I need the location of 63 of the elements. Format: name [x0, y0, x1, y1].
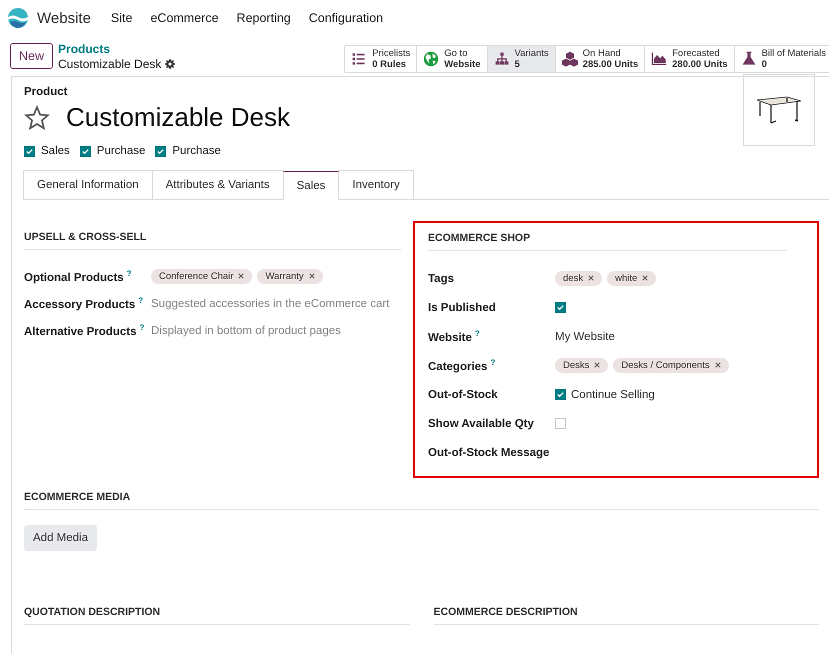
remove-icon[interactable]	[714, 362, 721, 368]
field-label: Website $^{?}$	[428, 329, 481, 344]
area-chart-icon	[651, 51, 668, 67]
field-label: Tags	[428, 272, 455, 284]
section-heading: QUOTATION DESCRIPTION	[24, 606, 410, 625]
gear-icon[interactable]	[165, 58, 176, 68]
field-label: Categories $^{?}$	[428, 358, 496, 373]
section-heading: ECOMMERCE SHOP	[428, 232, 787, 251]
tag[interactable]: desk	[555, 271, 602, 286]
cubes-icon	[562, 51, 578, 67]
checkbox[interactable]	[24, 146, 35, 156]
section-heading: UPSELL & CROSS-SELL	[24, 231, 401, 250]
smart-button[interactable]: Pricelists 0 Rules	[345, 46, 418, 72]
remove-icon[interactable]	[308, 273, 315, 279]
field-label: Accessory Products $^{?}$	[24, 296, 144, 311]
tag[interactable]: Desks / Components	[613, 358, 729, 373]
smart-button[interactable]: Variants 5	[488, 46, 556, 72]
remove-icon[interactable]	[238, 273, 244, 279]
menu-item[interactable]: Reporting	[228, 11, 299, 25]
remove-icon[interactable]	[642, 275, 648, 281]
field-label: Alternative Products $^{?}$	[24, 323, 146, 338]
menu-item[interactable]: eCommerce	[142, 11, 227, 25]
checkbox[interactable]	[555, 302, 566, 313]
section-heading: ECOMMERCE MEDIA	[24, 491, 819, 510]
flask-icon	[740, 51, 757, 67]
section-heading: ECOMMERCE DESCRIPTION	[434, 606, 819, 625]
field-label: Optional Products $^{?}$	[24, 269, 133, 284]
logo-icon[interactable]	[8, 8, 28, 28]
field-label: Product	[24, 86, 68, 98]
hierarchy-icon	[494, 51, 510, 67]
menu-item[interactable]: Site	[102, 11, 140, 25]
breadcrumb-link[interactable]: Products	[58, 42, 176, 56]
image-frame[interactable]	[743, 74, 815, 146]
field-label: Out-of-Stock	[428, 388, 499, 400]
tag[interactable]: Warranty	[257, 269, 323, 284]
tag[interactable]: white	[607, 271, 656, 286]
remove-icon[interactable]	[594, 362, 600, 368]
star-icon[interactable]	[24, 104, 50, 130]
checkbox-label: Purchase	[172, 145, 221, 157]
checkbox[interactable]	[555, 389, 566, 400]
field-value[interactable]: My Website	[555, 330, 615, 342]
checkbox-label: Purchase	[96, 145, 146, 157]
checkbox[interactable]	[155, 146, 166, 156]
new-button[interactable]: New	[10, 43, 54, 69]
checkbox[interactable]	[80, 146, 91, 156]
checkbox-label: Sales	[41, 145, 70, 157]
tab[interactable]: Sales	[282, 171, 340, 200]
field-label: Is Published	[428, 302, 497, 314]
tab[interactable]: General Information	[23, 170, 153, 199]
tag[interactable]: Desks	[555, 358, 608, 373]
tab[interactable]: Inventory	[338, 170, 414, 199]
globe-icon	[423, 51, 440, 67]
list-icon	[351, 51, 368, 67]
app-name[interactable]: Website	[37, 10, 91, 26]
checkbox-label: Continue Selling	[571, 388, 655, 400]
menu-item[interactable]: Configuration	[300, 11, 392, 25]
field-label: Out-of-Stock Message	[428, 446, 550, 458]
tag[interactable]: Conference Chair	[151, 269, 252, 284]
remove-icon[interactable]	[588, 275, 594, 281]
record-name: Customizable Desk	[58, 56, 162, 70]
add-media-button[interactable]: Add Media	[24, 525, 97, 551]
field-label: Show Available Qty	[428, 418, 535, 430]
product-name[interactable]: Customizable Desk	[66, 102, 290, 133]
